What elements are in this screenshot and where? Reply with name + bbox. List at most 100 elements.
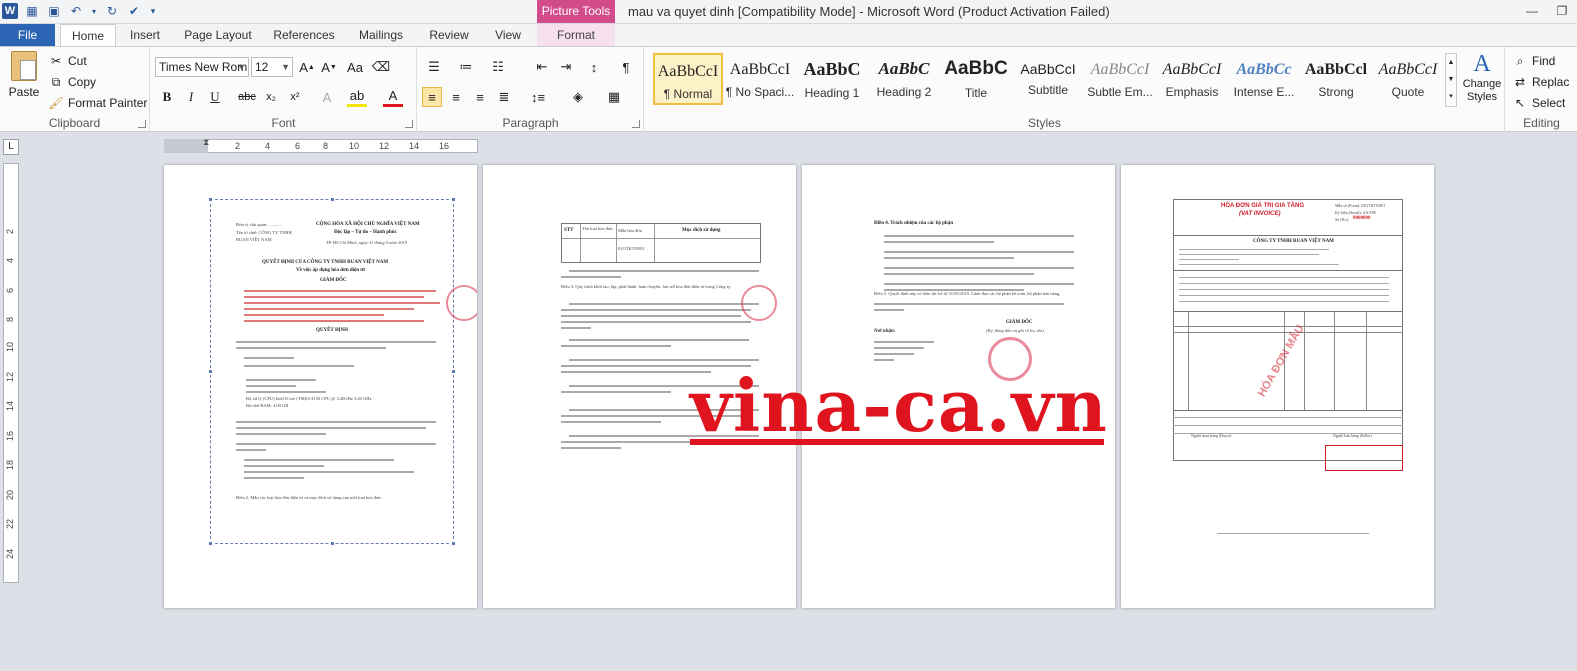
picture-selection-frame[interactable] (210, 199, 454, 544)
justify-icon[interactable]: ≣ (494, 87, 514, 107)
show-marks-icon[interactable]: ¶ (616, 57, 636, 77)
ruler-tick: 10 (349, 141, 360, 151)
paste-button[interactable]: Paste (6, 51, 42, 109)
format-painter-button[interactable]: 🖌 Format Painter (48, 93, 147, 113)
save-icon[interactable]: ▣ (46, 3, 62, 19)
align-right-icon[interactable]: ≡ (470, 87, 490, 107)
sort-icon[interactable]: ↕ (584, 57, 604, 77)
select-button[interactable]: ↖ Select (1512, 93, 1565, 113)
resize-handle[interactable] (451, 197, 456, 202)
style-heading-2[interactable]: AaBbC Heading 2 (869, 53, 939, 105)
font-size-combo[interactable]: 12 ▼ (251, 57, 293, 77)
word-logo-icon[interactable]: W (2, 3, 18, 19)
strikethrough-button[interactable]: abc (235, 87, 259, 107)
tab-mailings[interactable]: Mailings (350, 24, 412, 46)
document-page-1[interactable]: Đơn vị chủ quản: ............ Tên tổ chứ… (164, 165, 477, 608)
style-subtitle[interactable]: AaBbCcI Subtitle (1013, 53, 1083, 105)
undo-dropdown-icon[interactable]: ▾ (90, 3, 98, 19)
font-name-value: Times New Rom (159, 60, 248, 74)
tab-format[interactable]: Format (537, 24, 615, 46)
horizontal-ruler[interactable]: 2 2 4 6 8 10 12 14 16 (164, 139, 478, 153)
style-no-spacing[interactable]: AaBbCcI ¶ No Spaci... (725, 53, 795, 105)
style-emphasis[interactable]: AaBbCcI Emphasis (1157, 53, 1227, 105)
borders-icon[interactable]: ▦ (604, 87, 624, 107)
shrink-font-icon[interactable]: A ▼ (319, 57, 339, 77)
style-normal[interactable]: AaBbCcI ¶ Normal (653, 53, 723, 105)
style-name: Heading 1 (804, 86, 860, 100)
change-case-icon[interactable]: Aa (345, 57, 365, 77)
clear-formatting-icon[interactable]: ⌫ (371, 57, 391, 77)
cut-button[interactable]: ✂ Cut (48, 51, 87, 71)
resize-handle[interactable] (208, 369, 213, 374)
text-effects-icon[interactable]: A (317, 87, 337, 107)
restore-icon[interactable]: ❐ (1547, 0, 1577, 22)
tab-home[interactable]: Home (60, 24, 116, 47)
clipboard-group-label: Clipboard (48, 116, 101, 130)
grow-font-icon[interactable]: A ▲ (297, 57, 317, 77)
style-heading-1[interactable]: AaBbC Heading 1 (797, 53, 867, 105)
style-intense-emphasis[interactable]: AaBbCc Intense E... (1229, 53, 1299, 105)
superscript-button[interactable]: x² (285, 87, 305, 107)
font-color-icon[interactable]: A (383, 87, 403, 107)
tab-selector-icon[interactable]: L (3, 139, 19, 155)
style-strong[interactable]: AaBbCcl Strong (1301, 53, 1371, 105)
redo-icon[interactable]: ↻ (104, 3, 120, 19)
style-title[interactable]: AaBbC Title (941, 53, 1011, 105)
copy-button[interactable]: ⧉ Copy (48, 72, 96, 92)
font-launcher-icon[interactable] (405, 120, 413, 128)
highlight-icon[interactable]: ab (347, 87, 367, 107)
clipboard-group: Paste ✂ Cut ⧉ Copy 🖌 Format Painter Clip… (0, 47, 150, 132)
resize-handle[interactable] (330, 197, 335, 202)
document-page-4[interactable]: HÓA ĐƠN GIÁ TRỊ GIA TĂNG (VAT INVOICE) M… (1121, 165, 1434, 608)
watermark-underline (690, 439, 1104, 445)
resize-handle[interactable] (208, 197, 213, 202)
tab-review[interactable]: Review (420, 24, 478, 46)
increase-indent-icon[interactable]: ⇥ (556, 57, 576, 77)
bold-button[interactable]: B (157, 87, 177, 107)
decrease-indent-icon[interactable]: ⇤ (532, 57, 552, 77)
shading-icon[interactable]: ◈ (568, 87, 588, 107)
ruler-tick: 14 (5, 400, 15, 411)
undo-icon[interactable]: ↶ (68, 3, 84, 19)
change-styles-button[interactable]: A Change Styles (1459, 51, 1505, 104)
italic-button[interactable]: I (181, 87, 201, 107)
line-spacing-icon[interactable]: ↕≡ (528, 87, 548, 107)
resize-handle[interactable] (451, 541, 456, 546)
tab-references[interactable]: References (266, 24, 342, 46)
clipboard-launcher-icon[interactable] (138, 120, 146, 128)
style-subtle-emphasis[interactable]: AaBbCcI Subtle Em... (1085, 53, 1155, 105)
vertical-ruler[interactable]: 2 4 6 8 10 12 14 16 18 20 22 24 (3, 163, 19, 583)
resize-handle[interactable] (451, 369, 456, 374)
paragraph-launcher-icon[interactable] (632, 120, 640, 128)
new-document-icon[interactable]: ▦ (24, 3, 40, 19)
subscript-button[interactable]: x₂ (261, 87, 281, 107)
invoice-title: HÓA ĐƠN GIÁ TRỊ GIA TĂNG (1221, 203, 1305, 209)
tab-view[interactable]: View (486, 24, 530, 46)
spelling-icon[interactable]: ✔ (126, 3, 142, 19)
font-size-value: 12 (255, 60, 269, 74)
tab-insert[interactable]: Insert (120, 24, 170, 46)
styles-scroll[interactable]: ▲ ▼ ▾ (1445, 53, 1457, 107)
customize-toolbar-icon[interactable]: ▾ (148, 3, 158, 19)
numbering-icon[interactable]: ≔ (456, 57, 476, 77)
tab-file[interactable]: File (0, 24, 55, 46)
tab-page-layout[interactable]: Page Layout (178, 24, 258, 46)
style-name: Heading 2 (876, 85, 932, 99)
minimize-icon[interactable]: — (1517, 0, 1547, 22)
resize-handle[interactable] (330, 541, 335, 546)
find-button[interactable]: ⌕ Find (1512, 51, 1556, 71)
style-quote[interactable]: AaBbCcI Quote (1373, 53, 1443, 105)
indent-marker-icon[interactable]: ⧗ (203, 137, 209, 148)
page3-article-4: Điều 4. Trách nhiệm của các bộ phận (874, 221, 953, 226)
multilevel-list-icon[interactable]: ☷ (488, 57, 508, 77)
bullets-icon[interactable]: ☰ (424, 57, 444, 77)
copy-icon: ⧉ (51, 74, 61, 89)
font-name-combo[interactable]: Times New Rom ▼ (155, 57, 249, 77)
resize-handle[interactable] (208, 541, 213, 546)
underline-button[interactable]: U (205, 87, 225, 107)
ruler-tick: 8 (5, 316, 15, 322)
align-left-icon[interactable]: ≡ (422, 87, 442, 107)
replace-button[interactable]: ⇄ Replac (1512, 72, 1569, 92)
align-center-icon[interactable]: ≡ (446, 87, 466, 107)
style-sample: AaBbCcI (1020, 61, 1076, 77)
